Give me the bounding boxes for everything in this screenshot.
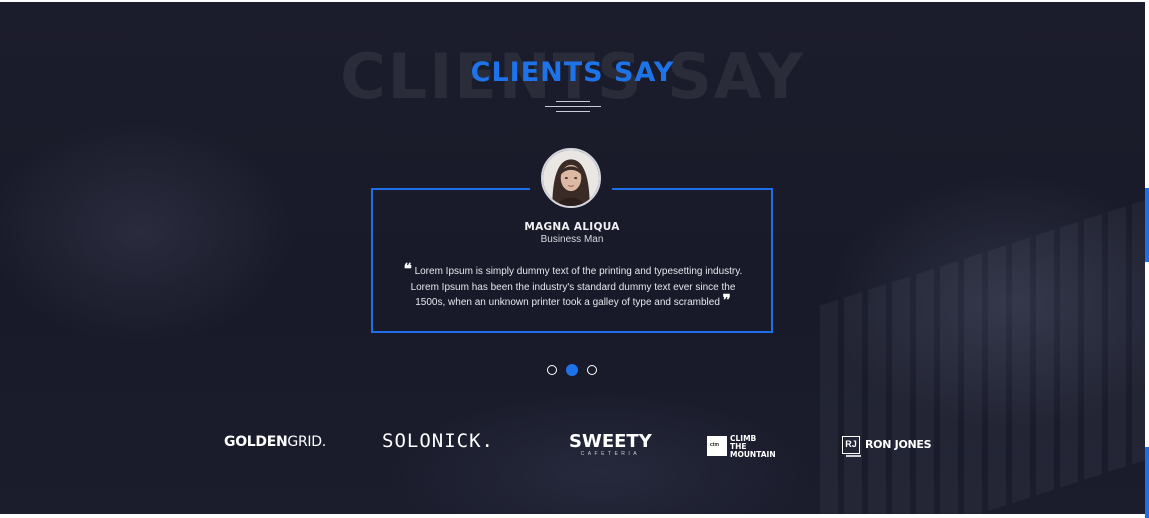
climb-badge: ctm xyxy=(707,436,727,456)
carousel-dot-3[interactable] xyxy=(587,365,597,375)
open-quote-icon: ❝ xyxy=(403,260,412,278)
carousel-pagination xyxy=(547,364,607,377)
logo-goldengrid[interactable]: GOLDENGRID. xyxy=(224,434,326,450)
logo-solonick[interactable]: SOLONICK. xyxy=(382,430,494,452)
carousel-dot-2[interactable] xyxy=(566,364,578,376)
client-avatar xyxy=(541,148,601,208)
testimonials-section: CLIENTS SAY CLIENTS SAY MAGNA ALIQUA Bus… xyxy=(0,2,1145,514)
rj-badge: RJ xyxy=(842,436,861,457)
client-logos-row: GOLDENGRID. SOLONICK. SWEETY CAFETERIA c… xyxy=(224,430,932,459)
client-name: MAGNA ALIQUA xyxy=(524,221,620,233)
testimonial-card xyxy=(371,188,773,333)
title-divider-line xyxy=(556,111,590,112)
right-edge-gap xyxy=(1145,262,1149,447)
testimonial-quote: ❝ Lorem Ipsum is simply dummy text of th… xyxy=(398,262,748,311)
close-quote-icon: ❞ xyxy=(722,291,731,309)
carousel-dot-1[interactable] xyxy=(547,365,557,375)
title-divider-line xyxy=(556,101,590,102)
section-title: CLIENTS SAY xyxy=(470,57,675,88)
title-divider-line xyxy=(545,106,601,107)
portrait-icon xyxy=(543,150,599,206)
testimonial-text: Lorem Ipsum is simply dummy text of the … xyxy=(410,266,743,308)
client-role: Business Man xyxy=(540,234,604,245)
logo-sweety[interactable]: SWEETY CAFETERIA xyxy=(569,433,652,458)
